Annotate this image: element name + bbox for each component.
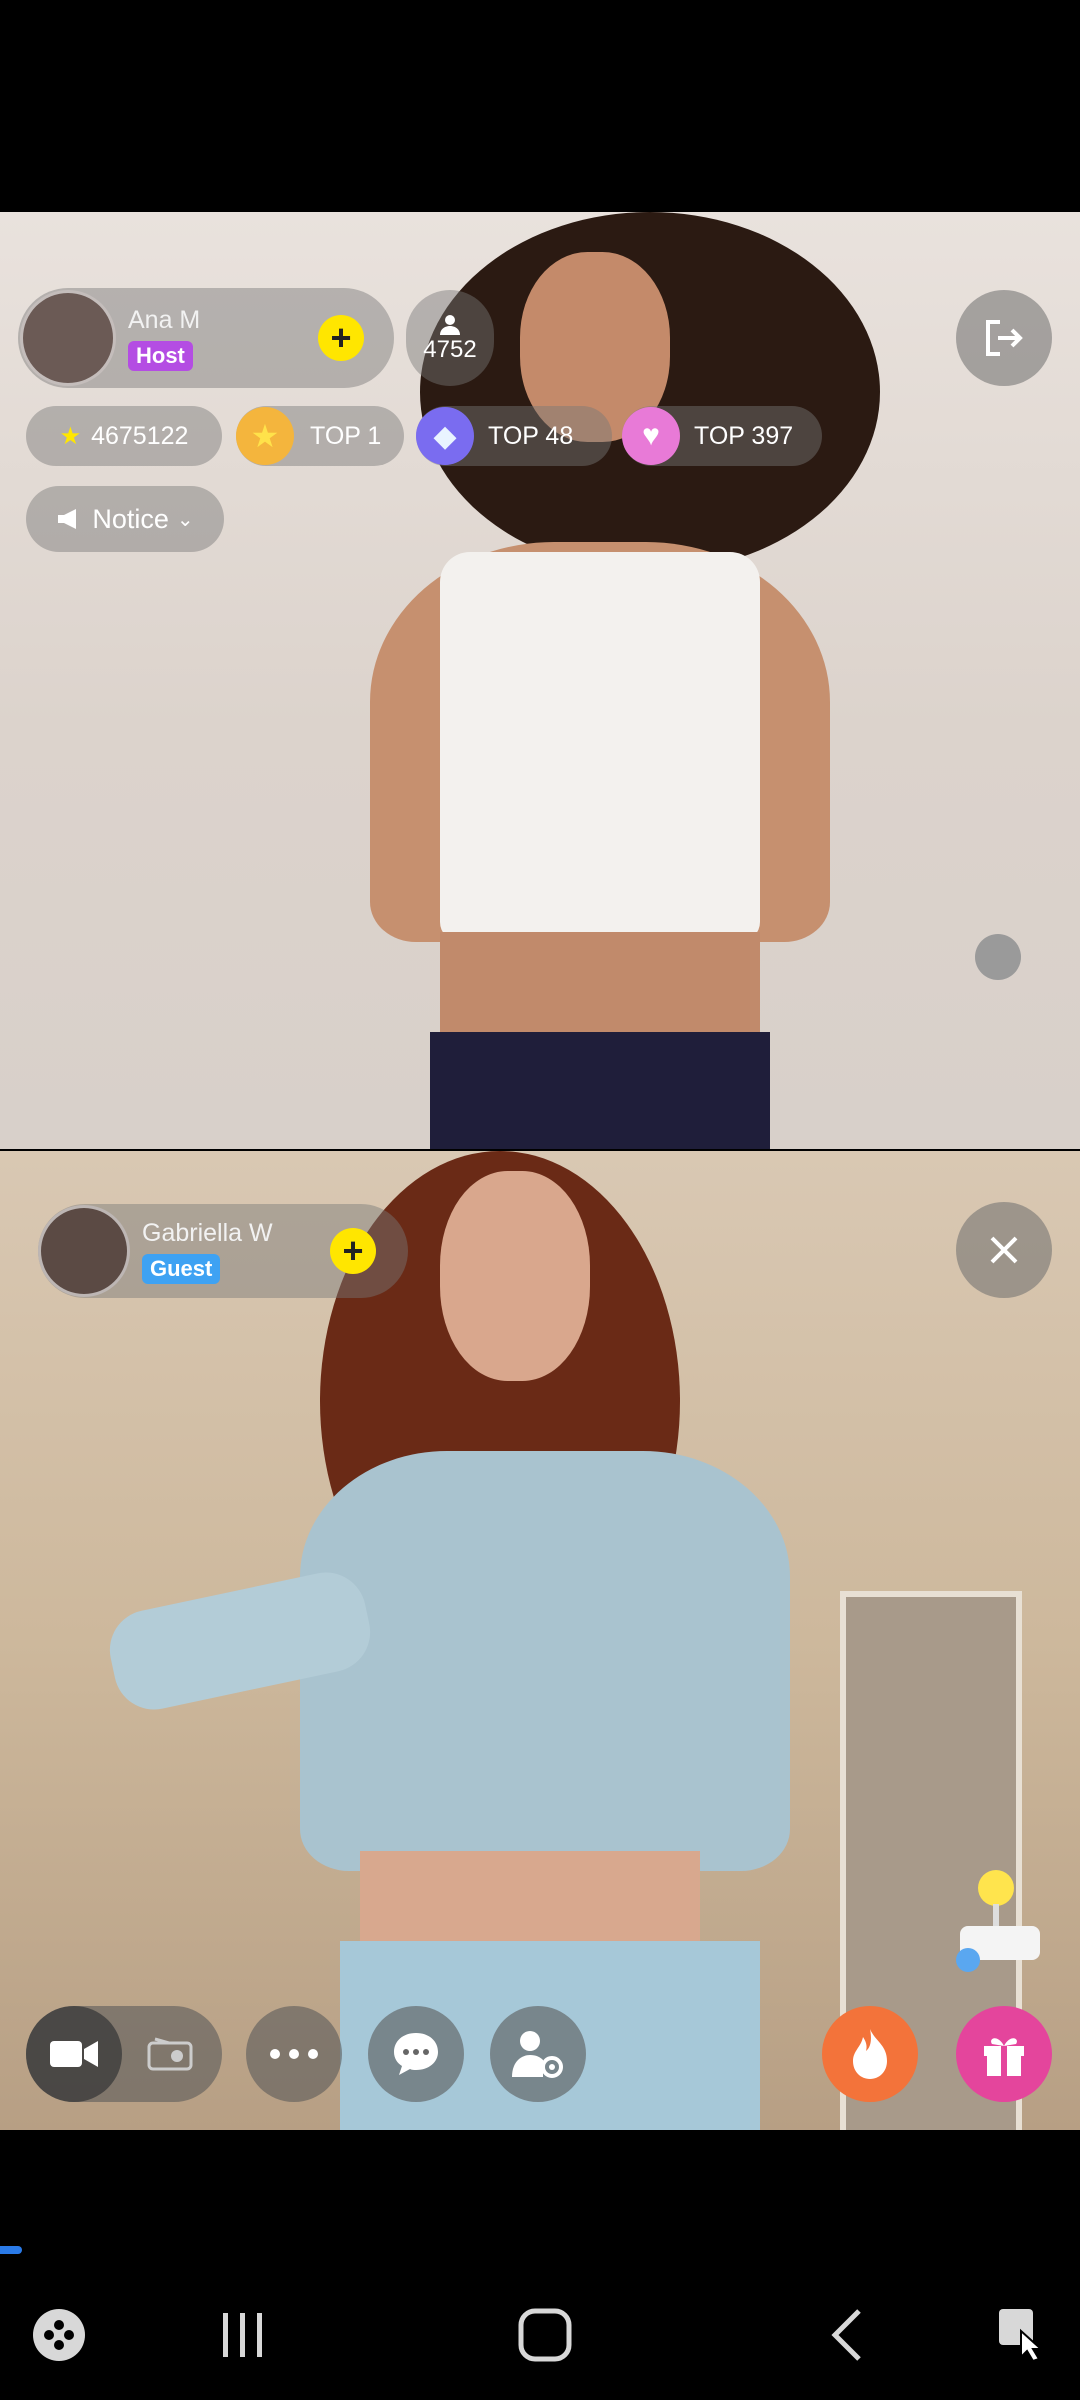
- user-settings-icon: [512, 2031, 563, 2078]
- gamepad-icon: [33, 2309, 85, 2361]
- notice-label: Notice: [92, 503, 169, 534]
- notice-dropdown[interactable]: Notice ⌄: [26, 486, 224, 552]
- host-follow-plus-icon[interactable]: +: [318, 315, 364, 361]
- top-rank-badge-2[interactable]: ◆ TOP 48: [416, 406, 612, 466]
- back-icon: [831, 2309, 861, 2361]
- home-button[interactable]: [500, 2290, 590, 2380]
- back-button[interactable]: [802, 2290, 892, 2380]
- diamond-badge-icon: ◆: [416, 407, 474, 465]
- recent-apps-button[interactable]: [198, 2290, 288, 2380]
- guest-follow-plus-icon[interactable]: +: [330, 1228, 376, 1274]
- radio-icon[interactable]: [122, 2006, 218, 2102]
- close-guest-button[interactable]: [956, 1202, 1052, 1298]
- host-pants: [430, 1032, 770, 1149]
- more-icon: [270, 2049, 318, 2059]
- top-rank-badge-1[interactable]: ★ TOP 1: [236, 406, 404, 466]
- star-icon: ★: [59, 422, 82, 450]
- door-knob: [975, 934, 1021, 980]
- chat-icon: [394, 2033, 438, 2075]
- exit-button[interactable]: [956, 290, 1052, 386]
- home-icon: [518, 2308, 572, 2362]
- game-launcher-button[interactable]: [14, 2290, 104, 2380]
- top-rank-badge-3[interactable]: ♥ TOP 397: [622, 406, 822, 466]
- star-count-pill[interactable]: ★ 4675122: [26, 406, 222, 466]
- top-rank-label-1: TOP 1: [310, 421, 382, 450]
- host-top: [440, 552, 760, 942]
- exit-icon: [986, 320, 1023, 356]
- guest-hoodie: [300, 1451, 790, 1871]
- host-info-pill[interactable]: Ana M Host +: [18, 288, 394, 388]
- person-icon: [440, 315, 460, 335]
- guest-avatar[interactable]: [38, 1205, 130, 1297]
- screen-capture-button[interactable]: [976, 2290, 1066, 2380]
- joystick-icon: [978, 1870, 1014, 1906]
- guest-role-badge: Guest: [142, 1254, 221, 1284]
- loading-indicator: [0, 2246, 22, 2254]
- game-widget[interactable]: [956, 1870, 1046, 1972]
- more-button[interactable]: [246, 2006, 342, 2102]
- guest-name: Gabriella W: [142, 1219, 273, 1247]
- close-icon: [990, 1236, 1018, 1264]
- chevron-down-icon: ⌄: [176, 508, 194, 531]
- megaphone-icon: [58, 509, 77, 529]
- fire-icon: [853, 2029, 887, 2079]
- heart-badge-icon: ♥: [622, 407, 680, 465]
- gift-icon: [984, 2038, 1024, 2076]
- top-rank-label-2: TOP 48: [488, 421, 574, 450]
- screen-capture-icon: [999, 2309, 1044, 2363]
- system-nav-bar: [0, 2268, 1080, 2400]
- fire-button[interactable]: [822, 2006, 918, 2102]
- host-role-badge: Host: [128, 341, 193, 371]
- guest-face: [440, 1171, 590, 1381]
- star-badge-icon: ★: [236, 407, 294, 465]
- video-camera-icon[interactable]: [26, 2006, 122, 2102]
- joystick-button: [956, 1948, 980, 1972]
- user-settings-button[interactable]: [490, 2006, 586, 2102]
- guest-info-pill[interactable]: Gabriella W Guest +: [38, 1204, 408, 1298]
- host-avatar[interactable]: [20, 290, 116, 386]
- viewer-count: 4752: [423, 336, 477, 363]
- host-name: Ana M: [128, 306, 201, 334]
- top-rank-label-3: TOP 397: [694, 421, 794, 450]
- recent-apps-icon: [223, 2313, 262, 2357]
- camera-toggle-group[interactable]: [26, 2006, 222, 2102]
- chat-button[interactable]: [368, 2006, 464, 2102]
- viewer-count-pill[interactable]: 4752: [406, 290, 494, 386]
- gift-button[interactable]: [956, 2006, 1052, 2102]
- star-count: 4675122: [91, 421, 189, 450]
